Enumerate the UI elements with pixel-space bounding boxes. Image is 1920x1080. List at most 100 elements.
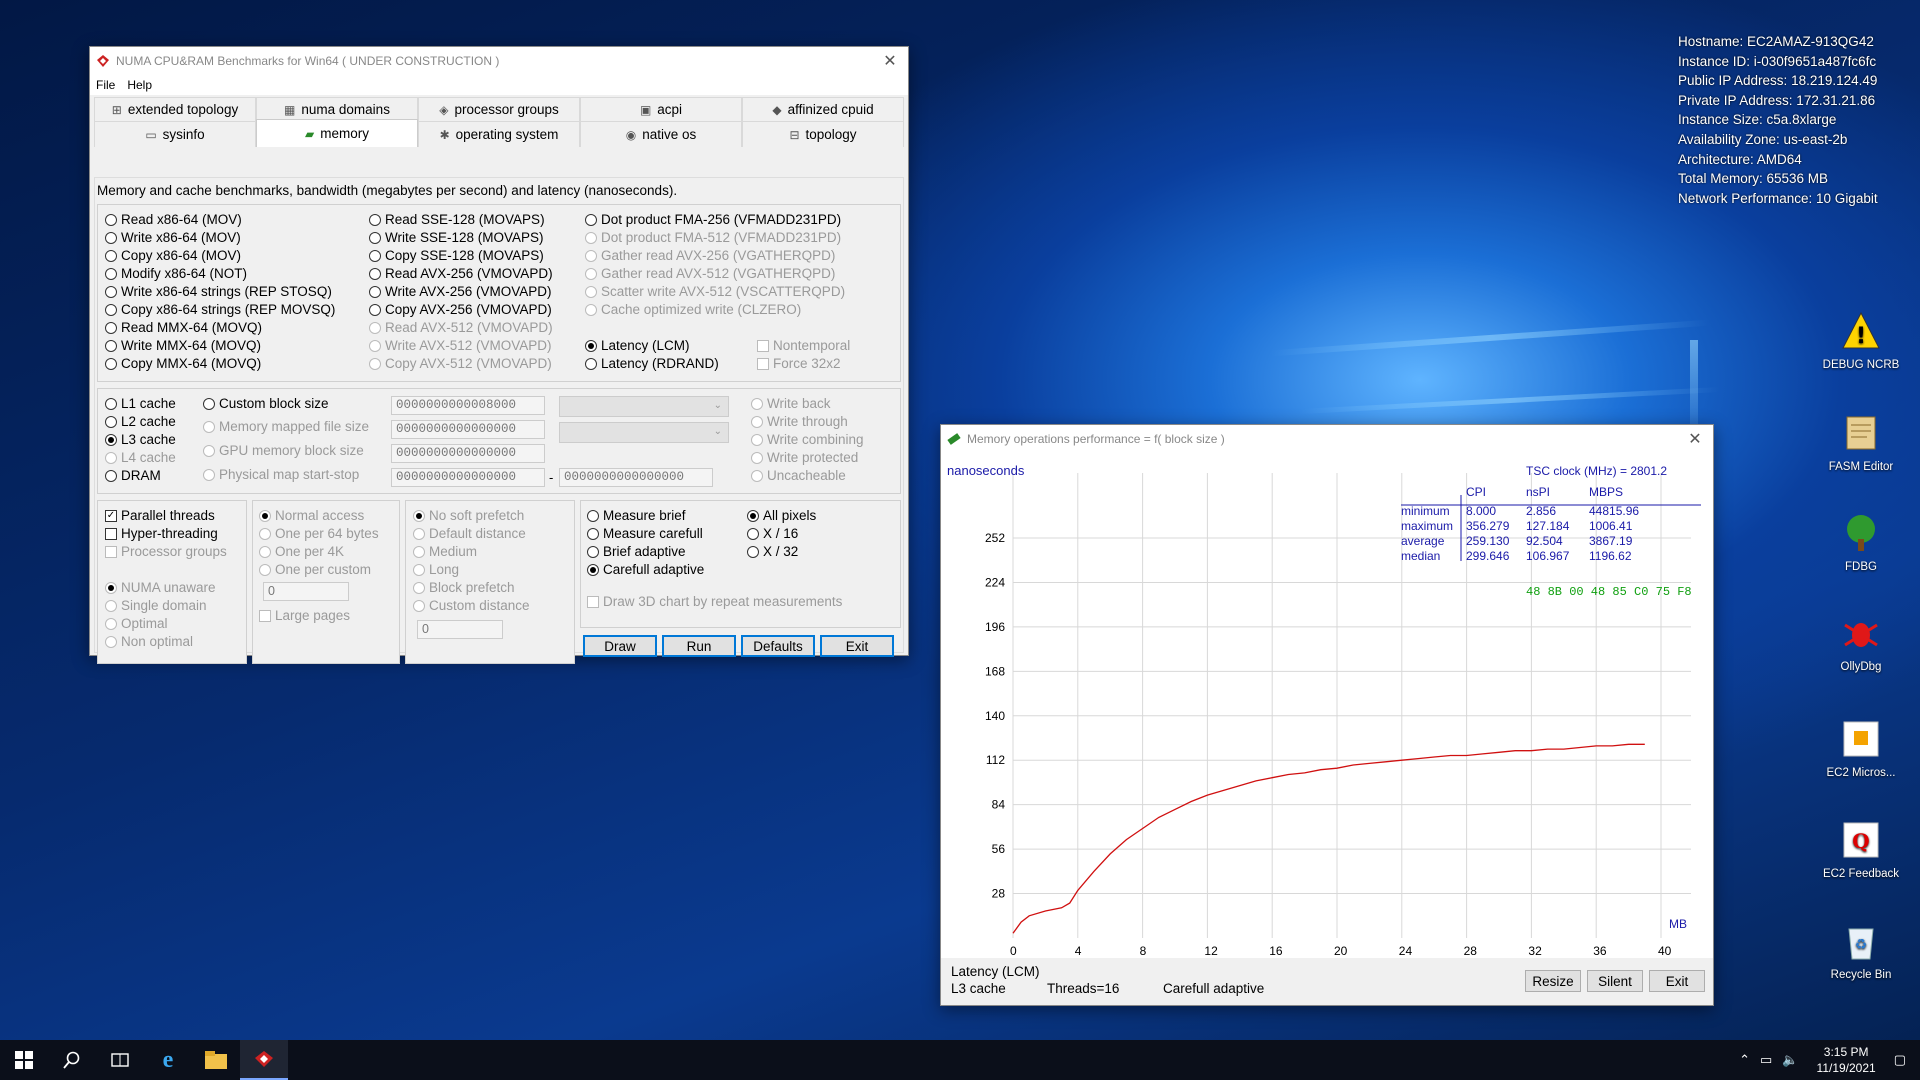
tab-label: memory [320, 126, 369, 141]
measure-brief-option[interactable]: Measure brief [587, 508, 686, 523]
defaults-button[interactable]: Defaults [741, 635, 815, 657]
close-icon[interactable]: ✕ [1677, 429, 1713, 449]
stats-row-label: median [1401, 549, 1440, 563]
target-l2-cache[interactable]: L2 cache [105, 414, 176, 429]
search-icon[interactable] [48, 1040, 96, 1080]
method-read-avx256[interactable]: Read AVX-256 (VMOVAPD) [369, 266, 553, 281]
measure-carefull-option[interactable]: Measure carefull [587, 526, 703, 541]
target-l3-cache[interactable]: L3 cache [105, 432, 176, 447]
clock[interactable]: 3:15 PM 11/19/2021 [1817, 1044, 1876, 1076]
dropdown-2: ⌄ [559, 422, 729, 443]
method-write-x86-strings[interactable]: Write x86-64 strings (REP STOSQ) [105, 284, 332, 299]
stats-row-label: minimum [1401, 504, 1450, 518]
run-button[interactable]: Run [662, 635, 736, 657]
chevron-down-icon: ⌄ [713, 400, 722, 411]
draw-button[interactable]: Draw [583, 635, 657, 657]
close-icon[interactable]: ✕ [872, 51, 908, 71]
y-tick-label: 252 [985, 531, 1005, 545]
desktop-icon-debug-ncrb[interactable]: ! DEBUG NCRB [1818, 308, 1904, 372]
tab-processor-groups[interactable]: ◈ processor groups [418, 97, 580, 121]
desktop-icon-fdbg[interactable]: FDBG [1818, 510, 1904, 574]
write-back-option: Write back [751, 396, 831, 411]
block-prefetch-option: Block prefetch [413, 580, 515, 595]
menu-help[interactable]: Help [121, 78, 158, 92]
method-read-sse[interactable]: Read SSE-128 (MOVAPS) [369, 212, 545, 227]
main-title-bar[interactable]: NUMA CPU&RAM Benchmarks for Win64 ( UNDE… [90, 47, 908, 75]
clock-time: 3:15 PM [1823, 1045, 1869, 1059]
resize-button[interactable]: Resize [1525, 970, 1581, 992]
tab-affinized-cpuid[interactable]: ◆ affinized cpuid [742, 97, 904, 121]
method-write-avx256[interactable]: Write AVX-256 (VMOVAPD) [369, 284, 552, 299]
method-copy-sse[interactable]: Copy SSE-128 (MOVAPS) [369, 248, 544, 263]
hyper-threading-checkbox[interactable]: Hyper-threading [105, 526, 218, 541]
network-icon[interactable]: ▭ [1760, 1052, 1772, 1068]
method-latency-rdrand[interactable]: Latency (RDRAND) [585, 356, 719, 371]
method-copy-x86-strings[interactable]: Copy x86-64 strings (REP MOVSQ) [105, 302, 335, 317]
tab-label: acpi [657, 102, 683, 117]
x-tick-label: 4 [1075, 944, 1082, 958]
option-label: Block prefetch [429, 580, 515, 595]
perf-footer: Latency (LCM) L3 cache Threads=16 Carefu… [941, 958, 1713, 1006]
non-optimal-option: Non optimal [105, 634, 193, 649]
menu-file[interactable]: File [90, 78, 121, 92]
method-latency-lcm[interactable]: Latency (LCM) [585, 338, 690, 353]
method-read-mmx[interactable]: Read MMX-64 (MOVQ) [105, 320, 262, 335]
silent-button[interactable]: Silent [1587, 970, 1643, 992]
tab-topology[interactable]: ⊟ topology [742, 121, 904, 147]
tab-memory[interactable]: ▰ memory [256, 119, 418, 147]
method-dot-fma256[interactable]: Dot product FMA-256 (VFMADD231PD) [585, 212, 841, 227]
brief-adaptive-option[interactable]: Brief adaptive [587, 544, 686, 559]
desktop-icon-recycle-bin[interactable]: ♻ Recycle Bin [1818, 918, 1904, 982]
carefull-adaptive-option[interactable]: Carefull adaptive [587, 562, 704, 577]
method-modify-x86[interactable]: Modify x86-64 (NOT) [105, 266, 247, 281]
custom-block-size-option[interactable]: Custom block size [203, 396, 329, 411]
os-icon: ✱ [439, 127, 450, 142]
tab-acpi[interactable]: ▣ acpi [580, 97, 742, 121]
option-label: One per 4K [275, 544, 345, 559]
tab-numa-domains[interactable]: ▦ numa domains [256, 97, 418, 121]
task-view-icon[interactable] [96, 1040, 144, 1080]
method-copy-avx256[interactable]: Copy AVX-256 (VMOVAPD) [369, 302, 552, 317]
performance-title-bar[interactable]: Memory operations performance = f( block… [941, 425, 1713, 453]
chevron-up-icon[interactable]: ⌃ [1739, 1052, 1750, 1068]
x-div-16-option[interactable]: X / 16 [747, 526, 798, 541]
method-write-mmx[interactable]: Write MMX-64 (MOVQ) [105, 338, 261, 353]
exit-button[interactable]: Exit [820, 635, 894, 657]
internet-explorer-icon[interactable]: e [144, 1040, 192, 1080]
desktop-icon-ec2-feedback[interactable]: Q EC2 Feedback [1818, 817, 1904, 881]
processor-groups-checkbox: Processor groups [105, 544, 227, 559]
desktop-icon-ollydbg[interactable]: OllyDbg [1818, 610, 1904, 674]
total-memory-line: Total Memory: 65536 MB [1678, 171, 1829, 187]
start-button[interactable] [0, 1040, 48, 1080]
all-pixels-option[interactable]: All pixels [747, 508, 816, 523]
stats-header-mbps: MBPS [1589, 485, 1623, 499]
tab-operating-system[interactable]: ✱ operating system [418, 121, 580, 147]
file-explorer-icon[interactable] [192, 1040, 240, 1080]
desktop-icon-fasm-editor[interactable]: FASM Editor [1818, 410, 1904, 474]
stats-row-label: maximum [1401, 519, 1453, 533]
dropdown-1: ⌄ [559, 396, 729, 417]
y-tick-label: 224 [985, 575, 1005, 589]
notifications-icon[interactable]: ▢ [1894, 1052, 1906, 1068]
volume-muted-icon[interactable]: 🔈 [1782, 1052, 1798, 1068]
tab-extended-topology[interactable]: ⊞ extended topology [94, 97, 256, 121]
tab-sysinfo[interactable]: ▭ sysinfo [94, 121, 256, 147]
clock-date: 11/19/2021 [1816, 1061, 1876, 1075]
method-read-x86[interactable]: Read x86-64 (MOV) [105, 212, 242, 227]
tab-native-os[interactable]: ◉ native os [580, 121, 742, 147]
method-write-x86[interactable]: Write x86-64 (MOV) [105, 230, 241, 245]
stats-cpi-value: 259.130 [1466, 534, 1510, 548]
x-div-32-option[interactable]: X / 32 [747, 544, 798, 559]
perf-exit-button[interactable]: Exit [1649, 970, 1705, 992]
target-l1-cache[interactable]: L1 cache [105, 396, 176, 411]
target-dram[interactable]: DRAM [105, 468, 161, 483]
parallel-threads-checkbox[interactable]: ✓ Parallel threads [105, 508, 215, 523]
warning-icon: ! [1838, 308, 1884, 354]
method-copy-x86[interactable]: Copy x86-64 (MOV) [105, 248, 241, 263]
method-copy-mmx[interactable]: Copy MMX-64 (MOVQ) [105, 356, 261, 371]
method-write-sse[interactable]: Write SSE-128 (MOVAPS) [369, 230, 544, 245]
menu-bar: File Help [90, 75, 908, 95]
desktop-icon-ec2-micros[interactable]: EC2 Micros... [1818, 716, 1904, 780]
custom-block-size-field[interactable]: 0000000000008000 [391, 396, 545, 415]
numa-benchmark-taskbar-icon[interactable] [240, 1040, 288, 1080]
